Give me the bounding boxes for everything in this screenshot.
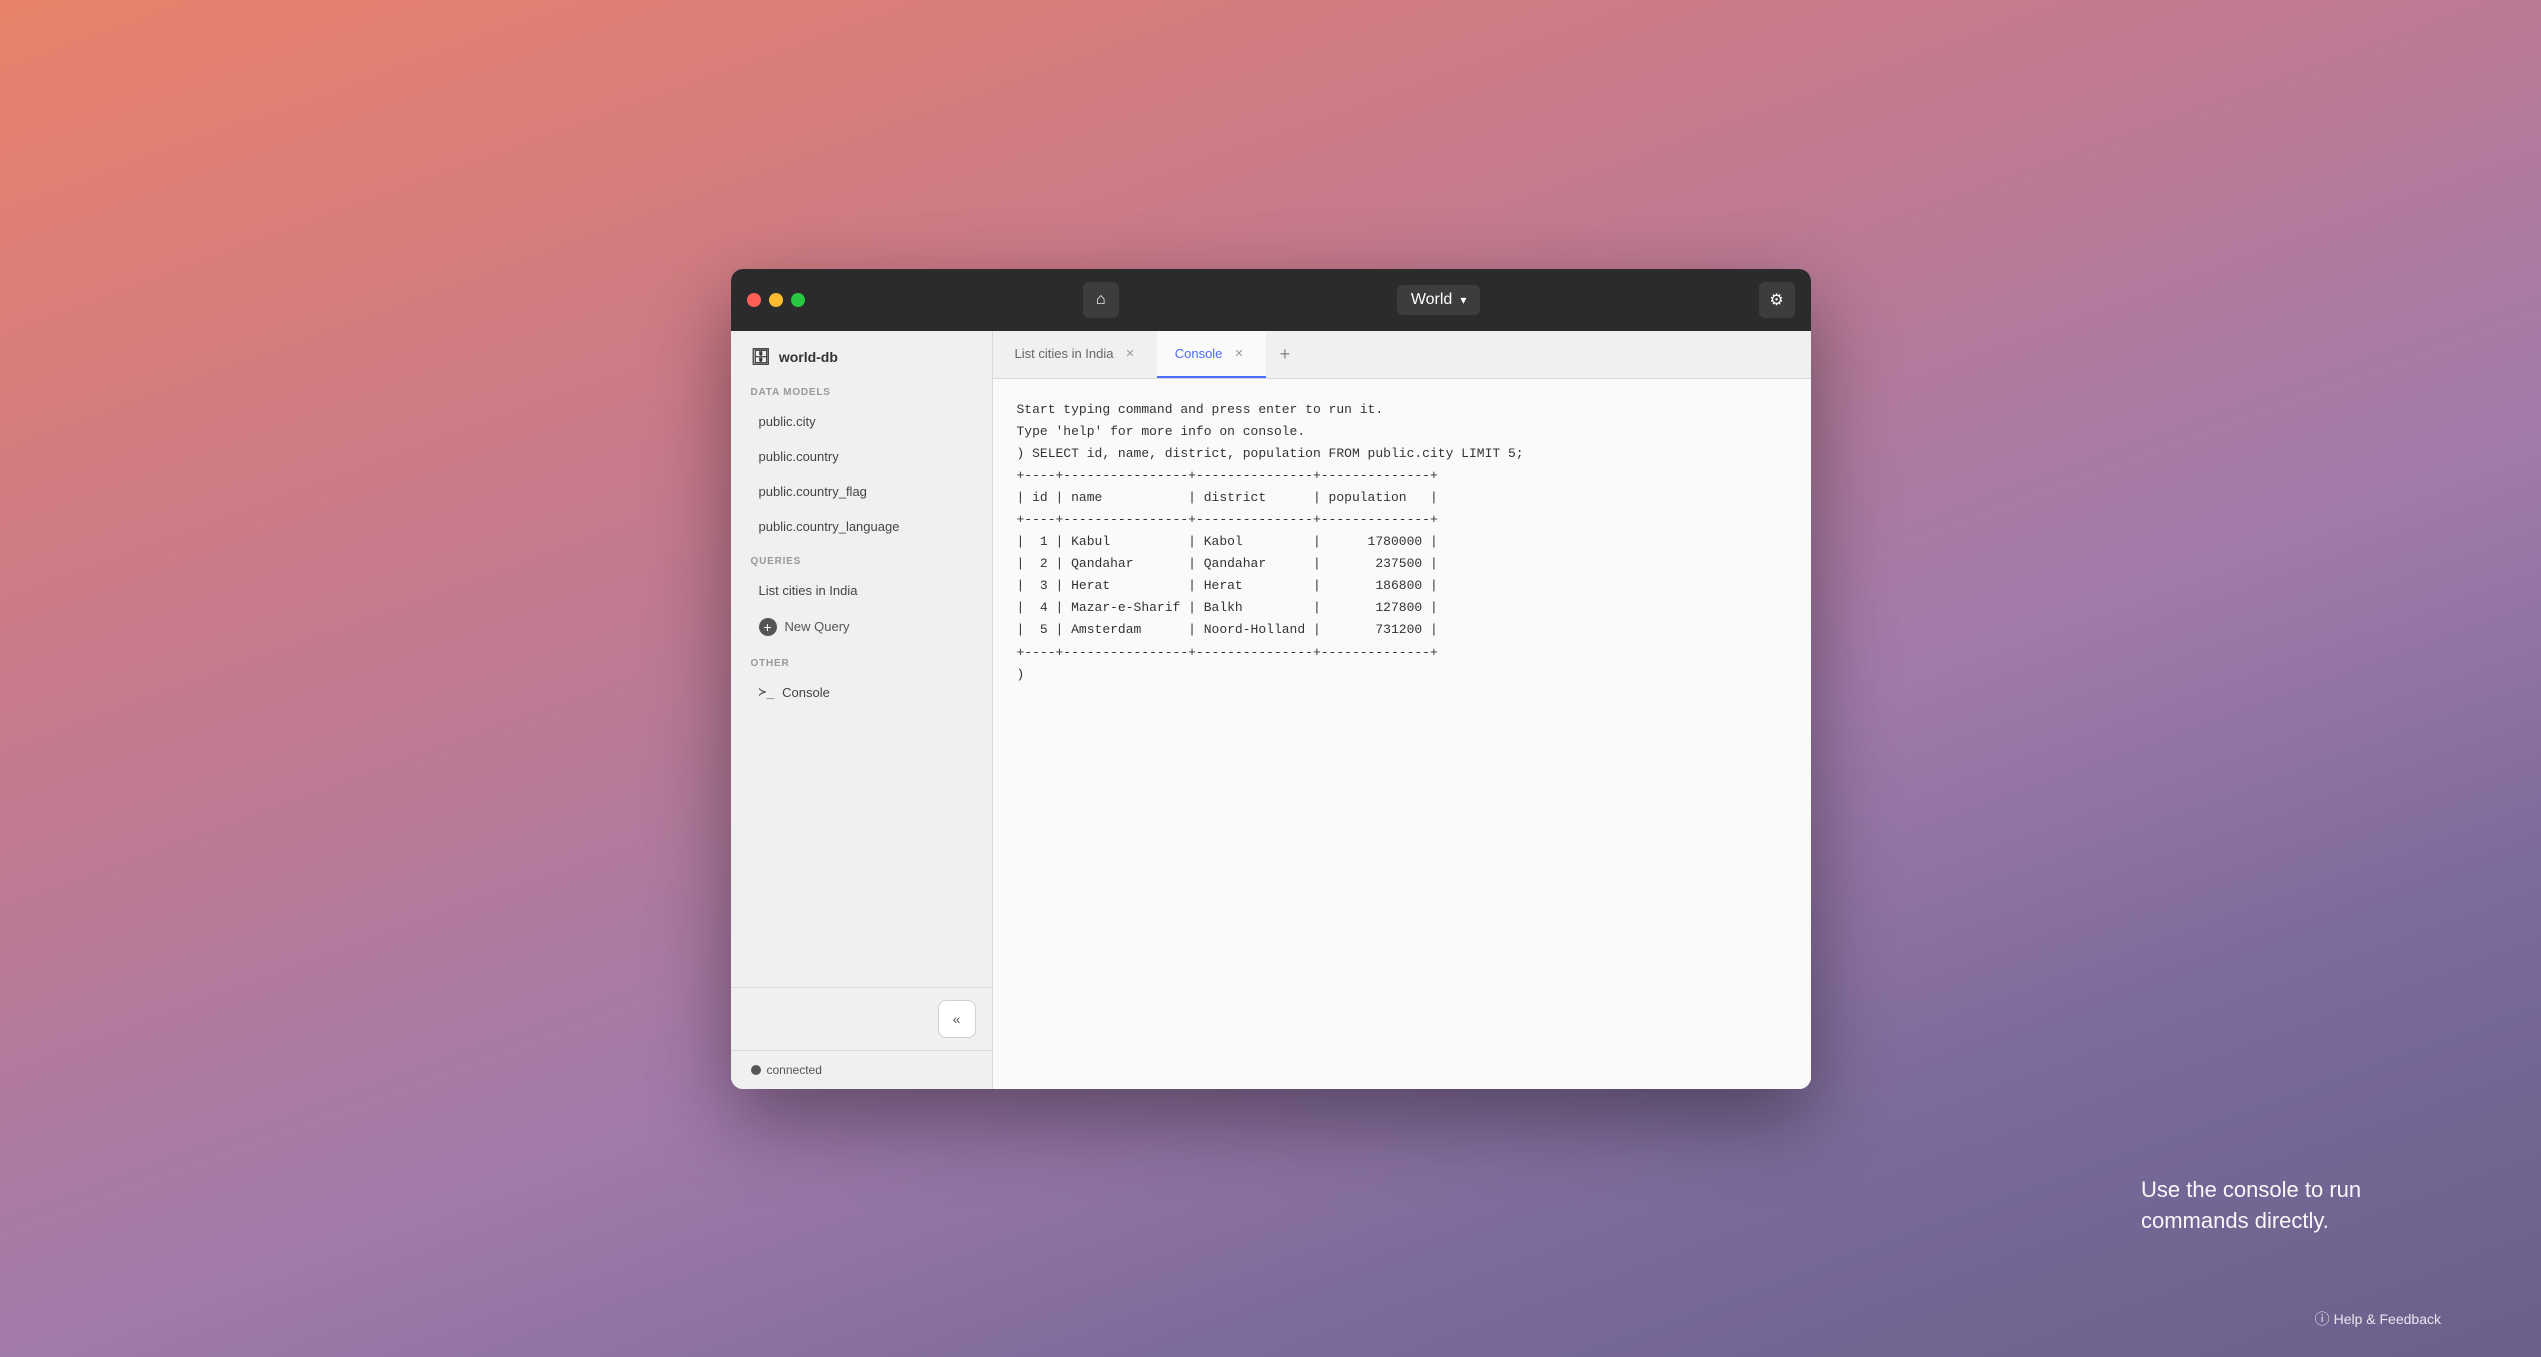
data-models-section-label: DATA MODELS [731, 375, 992, 404]
tab-list-cities-label: List cities in India [1015, 346, 1114, 361]
help-feedback-button[interactable]: ⓘ Help & Feedback [2315, 1308, 2441, 1329]
connection-status-label: connected [767, 1063, 822, 1077]
database-name-label: World [1411, 291, 1453, 309]
sidebar-footer: connected [731, 1050, 992, 1089]
help-icon: ⓘ [2315, 1308, 2330, 1329]
sidebar-db-name: world-db [779, 349, 838, 365]
home-icon: ⌂ [1096, 291, 1106, 309]
new-tab-button[interactable]: + [1266, 334, 1305, 375]
collapse-sidebar-button[interactable]: « [938, 1000, 976, 1038]
tab-list-cities-close[interactable]: ✕ [1122, 345, 1139, 362]
plus-circle-icon: + [759, 618, 777, 636]
close-window-button[interactable] [747, 293, 761, 307]
maximize-window-button[interactable] [791, 293, 805, 307]
sidebar-db-header: 🗄 world-db [731, 331, 992, 375]
sidebar-bottom: « [731, 987, 992, 1050]
minimize-window-button[interactable] [769, 293, 783, 307]
sidebar-item-public-country-language[interactable]: public.country_language [739, 510, 984, 543]
right-panel: List cities in India ✕ Console ✕ + Start… [993, 331, 1811, 1089]
sidebar: 🗄 world-db DATA MODELS public.city publi… [731, 331, 993, 1089]
titlebar: ⌂ World ▾ ⚙ [731, 269, 1811, 331]
tab-list-cities[interactable]: List cities in India ✕ [997, 331, 1157, 378]
sidebar-console-item[interactable]: ≻_ Console [739, 676, 984, 709]
queries-section-label: QUERIES [731, 544, 992, 573]
tab-console[interactable]: Console ✕ [1157, 331, 1266, 378]
chevron-down-icon: ▾ [1460, 293, 1466, 307]
traffic-lights [747, 293, 805, 307]
sidebar-query-list-cities[interactable]: List cities in India [739, 574, 984, 607]
database-icon: 🗄 [751, 347, 771, 367]
settings-button[interactable]: ⚙ [1759, 282, 1795, 318]
tab-console-label: Console [1175, 346, 1223, 361]
sidebar-item-public-country-flag[interactable]: public.country_flag [739, 475, 984, 508]
new-query-button[interactable]: + New Query [739, 609, 984, 645]
database-selector[interactable]: World ▾ [1397, 285, 1481, 315]
app-window: ⌂ World ▾ ⚙ 🗄 world-db DATA MODELS publi… [731, 269, 1811, 1089]
sidebar-item-public-country[interactable]: public.country [739, 440, 984, 473]
sidebar-item-public-city[interactable]: public.city [739, 405, 984, 438]
other-section-label: OTHER [731, 646, 992, 675]
tabs-bar: List cities in India ✕ Console ✕ + [993, 331, 1811, 379]
connection-status-dot [751, 1065, 761, 1075]
console-output[interactable]: Start typing command and press enter to … [993, 379, 1811, 1089]
terminal-icon: ≻_ [759, 685, 775, 700]
console-label: Console [782, 685, 830, 700]
main-area: 🗄 world-db DATA MODELS public.city publi… [731, 331, 1811, 1089]
hint-text: Use the console to run commands directly… [2141, 1175, 2421, 1237]
new-query-label: New Query [785, 619, 850, 634]
tab-console-close[interactable]: ✕ [1230, 345, 1247, 362]
collapse-icon: « [953, 1011, 961, 1027]
gear-icon: ⚙ [1769, 290, 1783, 310]
help-feedback-label: Help & Feedback [2334, 1311, 2441, 1327]
home-button[interactable]: ⌂ [1083, 282, 1119, 318]
